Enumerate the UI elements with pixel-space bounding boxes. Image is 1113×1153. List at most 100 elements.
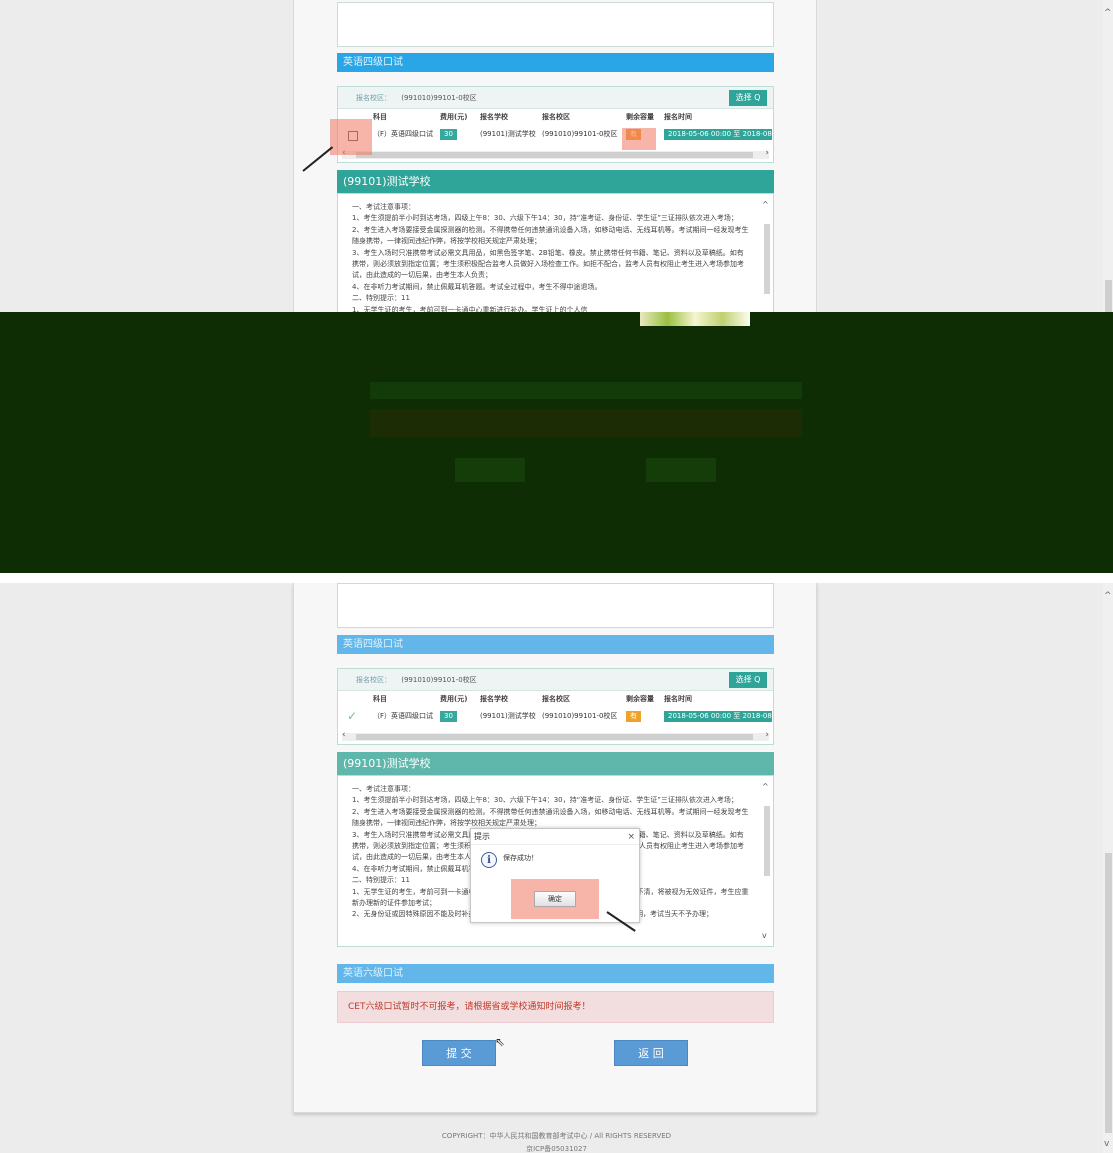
campus-label: 报名校区：: [356, 676, 391, 684]
notes-scroll-thumb[interactable]: [764, 224, 770, 294]
submit-button[interactable]: 提 交: [422, 1040, 496, 1066]
school-header: (99101)测试学校: [337, 170, 774, 193]
row-remaining: 有: [626, 708, 664, 725]
campus-label: 报名校区：: [356, 94, 391, 102]
header-time: 报名时间: [664, 695, 692, 703]
form-panel: 英语四级口试 报名校区： (991010)99101-0校区 选择 Q 科目 费…: [293, 0, 817, 328]
mouse-cursor-icon: ⇖: [495, 1035, 506, 1049]
exam-table-cet4: 报名校区： (991010)99101-0校区 选择 Q 科目 费用(元) 报名…: [337, 86, 774, 163]
notes-box: 一、考试注意事项： 1、考生须提前半小时到达考场，四级上午8：30、六级下午14…: [337, 193, 774, 328]
row-school: (99101)测试学校: [480, 712, 536, 720]
glitch-strip: [640, 312, 750, 326]
scroll-left-icon[interactable]: ‹: [342, 730, 346, 740]
note-line: 1、考生须提前半小时到达考场，四级上午8：30、六级下午14：30，持“准考证、…: [352, 214, 738, 223]
notes-scroll-thumb[interactable]: [764, 806, 770, 876]
note-line: 2、考生进入考场要接受金属探测器的检测。不得携带任何违禁通讯设备入场，如移动电话…: [352, 225, 749, 246]
chevron-up-icon[interactable]: ^: [1104, 591, 1112, 601]
header-subject: 科目: [373, 695, 387, 703]
note-line: 一、考试注意事项：: [352, 785, 415, 793]
page-scroll-thumb[interactable]: [1105, 853, 1112, 1133]
footer-copyright: COPYRIGHT：中华人民共和国教育部考试中心 / All RIGHTS RE…: [441, 1132, 672, 1140]
select-campus-button[interactable]: 选择 Q: [729, 90, 767, 106]
header-fee: 费用(元): [440, 113, 468, 121]
notes-scrollbar[interactable]: ^: [762, 200, 771, 321]
table-row[interactable]: （F）英语四级口试 30 (99101)测试学校 (991010)99101-0…: [338, 126, 773, 143]
note-line: 2、考生进入考场要接受金属探测器的检测。不得携带任何违禁通讯设备入场，如移动电话…: [352, 807, 749, 828]
page-scrollbar[interactable]: ^: [1103, 0, 1113, 328]
fee-badge: 30: [440, 711, 457, 722]
notes-scrollbar[interactable]: ^ v: [762, 782, 771, 940]
header-subject: 科目: [373, 113, 387, 121]
footer-icp: 京ICP备05031027: [526, 1145, 587, 1153]
checkbox-highlight: [330, 119, 372, 155]
chevron-down-icon[interactable]: v: [762, 931, 767, 940]
note-line: 4、在非听力考试期间，禁止佩戴耳机答题。考试全过程中，考生不得中途退场。: [352, 282, 602, 291]
remark-textbox[interactable]: [337, 583, 774, 628]
table-row[interactable]: ✓ （F）英语四级口试 30 (99101)测试学校 (991010)99101…: [338, 708, 773, 725]
row-campus: (991010)99101-0校区: [542, 130, 618, 138]
row-fee: 30: [440, 126, 476, 143]
header-fee: 费用(元): [440, 695, 468, 703]
screenshot-top: 英语四级口试 报名校区： (991010)99101-0校区 选择 Q 科目 费…: [0, 0, 1113, 328]
row-time: 2018-05-06 00:00 至 2018-08-3: [664, 708, 772, 725]
ghost-back: [646, 458, 716, 482]
note-line: 3、考生入场时只准携带考试必需文具用品，如黑色签字笔、2B铅笔、橡皮。禁止携带任…: [352, 248, 744, 280]
remaining-highlight: [622, 128, 656, 150]
table-header: 科目 费用(元) 报名学校 报名校区 剩余容量 报名时间: [338, 109, 773, 126]
campus-value: (991010)99101-0校区: [401, 676, 477, 684]
remark-textbox[interactable]: [337, 2, 774, 47]
section-header-cet6: 英语六级口试: [337, 964, 774, 983]
school-header: (99101)测试学校: [337, 752, 774, 775]
close-icon[interactable]: ×: [627, 829, 635, 845]
ghost-alert: [370, 409, 802, 437]
note-line: 二、特别提示：11: [352, 294, 410, 303]
checkmark-icon[interactable]: ✓: [347, 708, 357, 725]
exam-table-cet4: 报名校区： (991010)99101-0校区 选择 Q 科目 费用(元) 报名…: [337, 668, 774, 745]
chevron-up-icon[interactable]: ^: [762, 782, 769, 791]
header-campus: 报名校区: [542, 113, 570, 121]
dialog-title: 提示: [474, 832, 490, 841]
campus-value: (991010)99101-0校区: [401, 94, 477, 102]
header-time: 报名时间: [664, 113, 692, 121]
chevron-up-icon[interactable]: ^: [762, 200, 769, 209]
row-time: 2018-05-06 00:00 至 2018-08-3: [664, 126, 772, 143]
table-horizontal-scrollbar[interactable]: ‹ ›: [342, 730, 769, 741]
row-campus: (991010)99101-0校区: [542, 712, 618, 720]
dialog-title-bar: 提示 ×: [471, 829, 639, 845]
remaining-badge: 有: [626, 711, 641, 722]
header-school: 报名学校: [480, 113, 508, 121]
time-badge: 2018-05-06 00:00 至 2018-08-3: [664, 711, 772, 722]
table-header: 科目 费用(元) 报名学校 报名校区 剩余容量 报名时间: [338, 691, 773, 708]
scroll-right-icon[interactable]: ›: [765, 148, 769, 158]
campus-row: 报名校区： (991010)99101-0校区 选择 Q: [338, 669, 773, 691]
dialog-message: 保存成功！: [503, 854, 538, 862]
ghost-section-header: [370, 382, 802, 399]
header-campus: 报名校区: [542, 695, 570, 703]
chevron-down-icon[interactable]: v: [1104, 1139, 1109, 1149]
back-button[interactable]: 返 回: [614, 1040, 688, 1066]
ok-button[interactable]: 确定: [534, 891, 576, 907]
dialog-body: i 保存成功！: [471, 845, 639, 879]
header-remaining: 剩余容量: [626, 113, 654, 121]
note-line: 一、考试注意事项：: [352, 203, 415, 211]
note-line: 1、考生须提前半小时到达考场，四级上午8：30、六级下午14：30，持“准考证、…: [352, 796, 738, 805]
notes-text: 一、考试注意事项： 1、考生须提前半小时到达考场，四级上午8：30、六级下午14…: [352, 202, 750, 316]
select-campus-button[interactable]: 选择 Q: [729, 672, 767, 688]
section-header-cet4: 英语四级口试: [337, 635, 774, 654]
row-subject: （F）英语四级口试: [373, 130, 434, 138]
campus-row: 报名校区： (991010)99101-0校区 选择 Q: [338, 87, 773, 109]
row-subject: （F）英语四级口试: [373, 712, 434, 720]
info-icon: i: [481, 852, 497, 868]
header-school: 报名学校: [480, 695, 508, 703]
scroll-thumb[interactable]: [356, 734, 753, 740]
chevron-up-icon[interactable]: ^: [1104, 8, 1112, 18]
fee-badge: 30: [440, 129, 457, 140]
row-fee: 30: [440, 708, 476, 725]
row-school: (99101)测试学校: [480, 130, 536, 138]
section-header-cet4: 英语四级口试: [337, 53, 774, 72]
table-horizontal-scrollbar[interactable]: ‹ ›: [342, 148, 769, 159]
scroll-thumb[interactable]: [356, 152, 753, 158]
page-scrollbar[interactable]: ^ v: [1103, 583, 1113, 1153]
ghost-submit: [455, 458, 525, 482]
scroll-right-icon[interactable]: ›: [765, 730, 769, 740]
